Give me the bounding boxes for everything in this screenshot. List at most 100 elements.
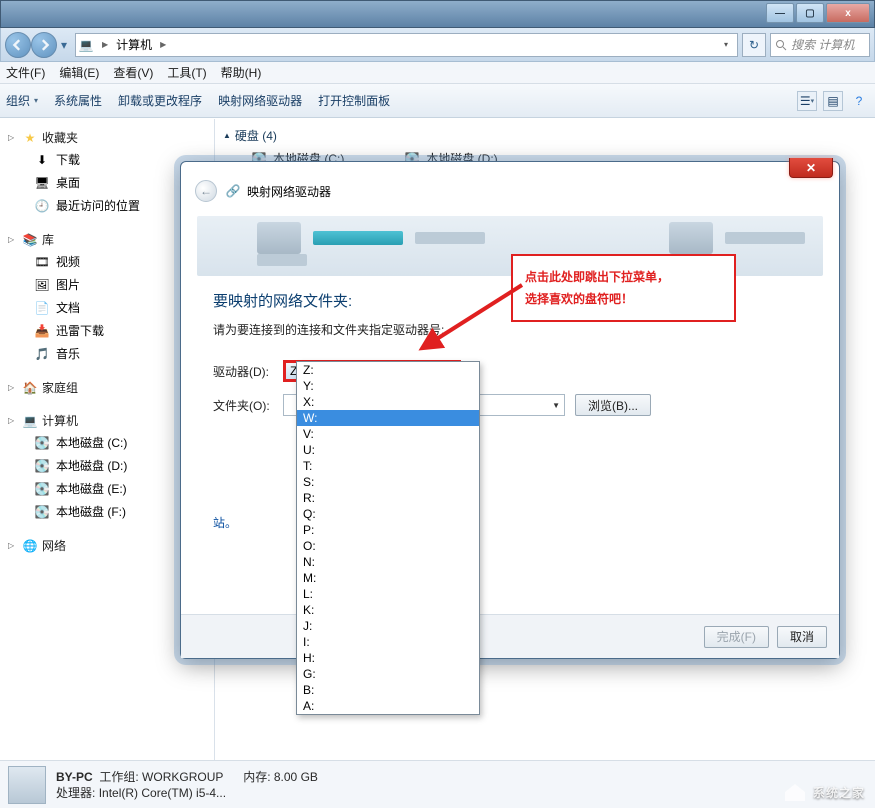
dialog-back-button[interactable]: ← xyxy=(195,180,217,202)
workgroup-label: 工作组: xyxy=(99,770,138,784)
search-icon xyxy=(775,39,787,51)
workgroup-value: WORKGROUP xyxy=(142,770,223,784)
chevron-right-icon: ▶ xyxy=(156,40,170,49)
watermark: 系统之家 xyxy=(783,782,865,802)
drive-option[interactable]: H: xyxy=(297,650,479,666)
drive-option[interactable]: T: xyxy=(297,458,479,474)
nav-history-dropdown[interactable]: ▾ xyxy=(57,36,71,54)
drive-label: 驱动器(D): xyxy=(213,363,273,380)
drive-option[interactable]: I: xyxy=(297,634,479,650)
download-icon: 📥 xyxy=(34,323,50,339)
drive-option[interactable]: S: xyxy=(297,474,479,490)
drive-icon: 💽 xyxy=(34,458,50,474)
recent-icon: 🕘 xyxy=(34,198,50,214)
drive-option[interactable]: U: xyxy=(297,442,479,458)
drive-option[interactable]: X: xyxy=(297,394,479,410)
computer-icon: 💻 xyxy=(22,413,38,429)
video-icon: 🎞 xyxy=(34,254,50,270)
drive-option[interactable]: M: xyxy=(297,570,479,586)
drive-option[interactable]: G: xyxy=(297,666,479,682)
cancel-button[interactable]: 取消 xyxy=(777,626,827,648)
dialog-link-fragment[interactable]: 站。 xyxy=(181,512,839,533)
drive-option[interactable]: L: xyxy=(297,586,479,602)
dialog-subtext: 请为要连接到的连接和文件夹指定驱动器号: xyxy=(181,321,839,354)
download-icon: ⬇ xyxy=(34,152,50,168)
dialog-title: 映射网络驱动器 xyxy=(247,183,331,200)
drive-option[interactable]: N: xyxy=(297,554,479,570)
drive-option[interactable]: A: xyxy=(297,698,479,714)
dialog-close-button[interactable]: ✕ xyxy=(789,158,833,178)
search-input[interactable]: 搜索 计算机 xyxy=(770,33,870,57)
chevron-right-icon: ▶ xyxy=(98,40,112,49)
homegroup-icon: 🏠 xyxy=(22,380,38,396)
computer-icon: 💻 xyxy=(78,37,94,53)
organize-menu[interactable]: 组织▾ xyxy=(6,92,38,109)
callout-line-2: 选择喜欢的盘符吧！ xyxy=(525,288,722,310)
close-button[interactable]: x xyxy=(826,3,870,23)
star-icon: ★ xyxy=(22,130,38,146)
maximize-button[interactable]: ▢ xyxy=(796,3,824,23)
drive-option[interactable]: W: xyxy=(297,410,479,426)
menu-file[interactable]: 文件(F) xyxy=(6,64,45,81)
drive-option[interactable]: R: xyxy=(297,490,479,506)
system-properties-button[interactable]: 系统属性 xyxy=(54,92,102,109)
menu-bar: 文件(F) 编辑(E) 查看(V) 工具(T) 帮助(H) xyxy=(0,62,875,84)
refresh-button[interactable]: ↻ xyxy=(742,33,766,57)
computer-name: BY-PC xyxy=(56,770,93,784)
drive-icon: 💽 xyxy=(34,504,50,520)
drive-option[interactable]: Q: xyxy=(297,506,479,522)
annotation-callout: 点击此处即跳出下拉菜单， 选择喜欢的盘符吧！ xyxy=(511,254,736,322)
menu-edit[interactable]: 编辑(E) xyxy=(59,64,99,81)
toolbar: 组织▾ 系统属性 卸载或更改程序 映射网络驱动器 打开控制面板 ☰▾ ▤ ? xyxy=(0,84,875,118)
window-titlebar: — ▢ x xyxy=(0,0,875,28)
drive-option[interactable]: Y: xyxy=(297,378,479,394)
back-button[interactable] xyxy=(5,32,31,58)
status-bar: BY-PC 工作组: WORKGROUP 内存: 8.00 GB 处理器: In… xyxy=(0,760,875,808)
nav-bar: ▾ 💻 ▶ 计算机 ▶ ▾ ↻ 搜索 计算机 xyxy=(0,28,875,62)
minimize-button[interactable]: — xyxy=(766,3,794,23)
map-drive-dialog: ✕ ← 🔗 映射网络驱动器 要映射的网络文件夹: 请为要连接到的连接和文件夹指定… xyxy=(180,161,840,659)
library-icon: 📚 xyxy=(22,232,38,248)
document-icon: 📄 xyxy=(34,300,50,316)
help-button[interactable]: ? xyxy=(849,91,869,111)
menu-help[interactable]: 帮助(H) xyxy=(221,64,262,81)
preview-pane-button[interactable]: ▤ xyxy=(823,91,843,111)
menu-tools[interactable]: 工具(T) xyxy=(167,64,206,81)
drive-option[interactable]: P: xyxy=(297,522,479,538)
content-section-header[interactable]: ▲硬盘 (4) xyxy=(223,127,867,144)
memory-value: 8.00 GB xyxy=(274,770,318,784)
drive-option[interactable]: V: xyxy=(297,426,479,442)
address-dropdown[interactable]: ▾ xyxy=(717,40,735,49)
finish-button[interactable]: 完成(F) xyxy=(704,626,769,648)
drive-letter-dropdown-list[interactable]: Z:Y:X:W:V:U:T:S:R:Q:P:O:N:M:L:K:J:I:H:G:… xyxy=(296,361,480,715)
drive-option[interactable]: Z: xyxy=(297,362,479,378)
forward-button[interactable] xyxy=(31,32,57,58)
control-panel-button[interactable]: 打开控制面板 xyxy=(318,92,390,109)
chevron-down-icon: ▼ xyxy=(552,401,560,410)
drive-option[interactable]: O: xyxy=(297,538,479,554)
network-icon: 🌐 xyxy=(22,538,38,554)
cpu-value: Intel(R) Core(TM) i5-4... xyxy=(99,786,226,800)
desktop-icon: 🖥 xyxy=(34,175,50,191)
drive-icon: 💽 xyxy=(34,435,50,451)
search-placeholder: 搜索 计算机 xyxy=(791,36,854,53)
drive-option[interactable]: J: xyxy=(297,618,479,634)
callout-line-1: 点击此处即跳出下拉菜单， xyxy=(525,266,722,288)
sidebar-favorites-header[interactable]: ▷★收藏夹 xyxy=(0,127,214,148)
drive-icon: 💽 xyxy=(34,481,50,497)
drive-option[interactable]: B: xyxy=(297,682,479,698)
music-icon: 🎵 xyxy=(34,346,50,362)
memory-label: 内存: xyxy=(243,770,270,784)
folder-label: 文件夹(O): xyxy=(213,397,273,414)
address-bar[interactable]: 💻 ▶ 计算机 ▶ ▾ xyxy=(75,33,738,57)
map-drive-button[interactable]: 映射网络驱动器 xyxy=(218,92,302,109)
map-drive-icon: 🔗 xyxy=(225,183,241,199)
browse-button[interactable]: 浏览(B)... xyxy=(575,394,651,416)
view-mode-button[interactable]: ☰▾ xyxy=(797,91,817,111)
menu-view[interactable]: 查看(V) xyxy=(113,64,153,81)
drive-option[interactable]: K: xyxy=(297,602,479,618)
dialog-heading: 要映射的网络文件夹: xyxy=(181,284,839,321)
picture-icon: 🖼 xyxy=(34,277,50,293)
uninstall-button[interactable]: 卸载或更改程序 xyxy=(118,92,202,109)
breadcrumb-segment[interactable]: 计算机 xyxy=(112,36,156,53)
